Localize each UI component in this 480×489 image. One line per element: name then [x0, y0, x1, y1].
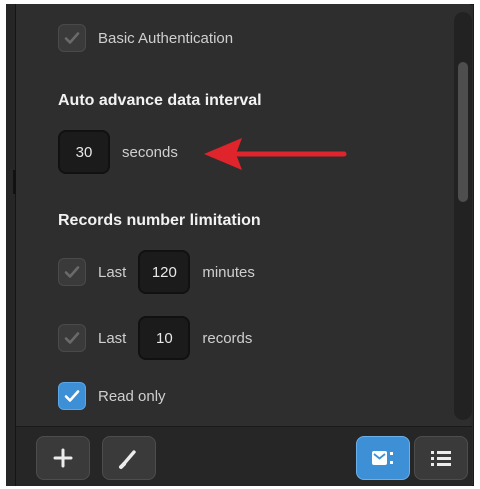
checkmark-icon — [64, 266, 80, 278]
checkmark-icon — [64, 32, 80, 44]
resize-handle[interactable] — [6, 4, 16, 486]
basic-auth-label: Basic Authentication — [98, 29, 234, 47]
last-minutes-checkbox[interactable] — [58, 258, 86, 286]
last-minutes-row: Last 120 minutes — [58, 250, 255, 294]
card-view-icon — [372, 451, 393, 465]
add-button[interactable] — [36, 436, 90, 480]
brush-icon — [119, 450, 136, 469]
last-records-row: Last 10 records — [58, 316, 252, 360]
checkmark-icon — [64, 332, 80, 344]
read-only-label: Read only — [98, 387, 166, 405]
plus-icon — [53, 448, 73, 468]
card-view-button[interactable] — [356, 436, 410, 480]
list-view-button[interactable] — [414, 436, 468, 480]
list-view-icon — [431, 451, 451, 466]
edit-button[interactable] — [102, 436, 156, 480]
basic-auth-checkbox[interactable] — [58, 24, 86, 52]
minutes-unit-label: minutes — [202, 263, 255, 281]
last-records-input[interactable]: 10 — [138, 316, 191, 360]
last-records-prefix: Last — [98, 329, 127, 347]
seconds-unit-label: seconds — [122, 143, 178, 161]
settings-panel: Basic Authentication Auto advance data i… — [16, 4, 470, 426]
last-minutes-prefix: Last — [98, 263, 127, 281]
checkmark-icon — [64, 390, 80, 402]
last-minutes-input[interactable]: 120 — [138, 250, 191, 294]
arrow-pointer-icon — [204, 138, 347, 170]
auto-advance-row: 30 seconds — [58, 130, 178, 174]
records-limitation-heading: Records number limitation — [58, 212, 261, 229]
scrollbar-thumb[interactable] — [458, 62, 468, 202]
records-unit-label: records — [202, 329, 253, 347]
read-only-checkbox[interactable] — [58, 382, 86, 410]
auto-advance-heading: Auto advance data interval — [58, 92, 262, 109]
auto-advance-seconds-input[interactable]: 30 — [58, 130, 110, 174]
basic-auth-row: Basic Authentication — [58, 24, 233, 52]
read-only-row: Read only — [58, 382, 166, 410]
last-records-checkbox[interactable] — [58, 324, 86, 352]
